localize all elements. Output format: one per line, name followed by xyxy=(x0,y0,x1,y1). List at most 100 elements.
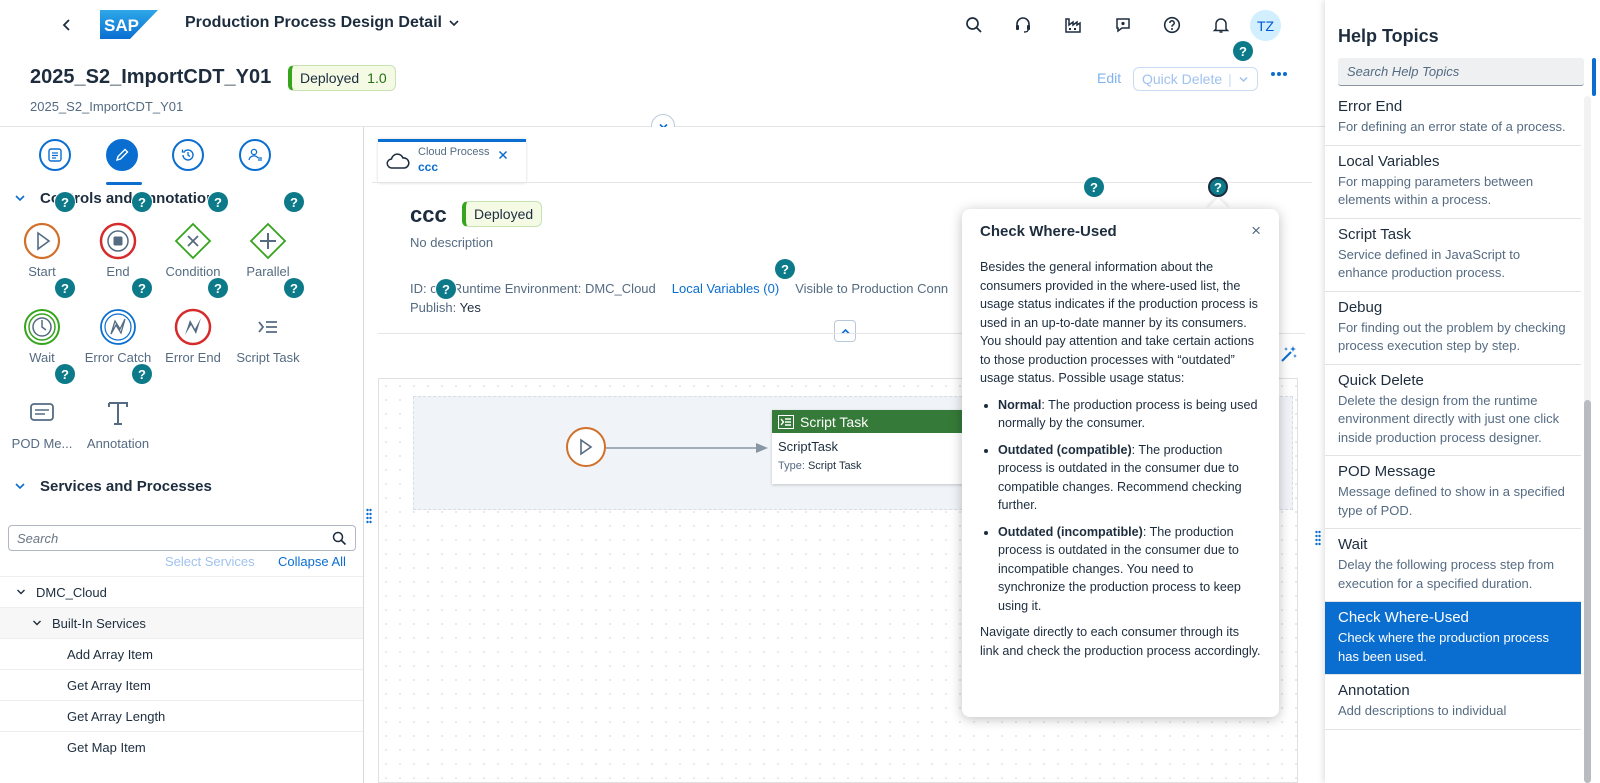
process-info-row: ID: c Runtime Environment: DMC_Cloud Loc… xyxy=(410,281,948,296)
help-bubble-active[interactable]: ? xyxy=(1208,177,1228,197)
control-parallel[interactable]: Parallel xyxy=(228,222,308,279)
help-button[interactable] xyxy=(1160,13,1184,37)
chevron-down-icon xyxy=(15,195,25,202)
collapse-all-link[interactable]: Collapse All xyxy=(278,554,346,569)
help-bubble[interactable]: ? xyxy=(1233,41,1253,61)
services-section-header[interactable]: Services and Processes xyxy=(0,471,363,501)
edit-button[interactable]: Edit xyxy=(1097,70,1121,86)
collapse-process-header-button[interactable] xyxy=(834,320,856,342)
help-topic-script-task[interactable]: Script Task Service defined in JavaScript… xyxy=(1325,219,1581,292)
visibility-info: Visible to Production Conn xyxy=(795,281,949,296)
tab-close-icon[interactable] xyxy=(498,150,508,160)
help-bubble[interactable]: ? xyxy=(775,259,795,279)
tab-users[interactable] xyxy=(239,139,271,171)
feedback-button[interactable] xyxy=(1111,13,1135,37)
help-search-input[interactable]: Search Help Topics xyxy=(1338,58,1584,86)
more-button[interactable] xyxy=(1270,70,1288,78)
topic-title: Wait xyxy=(1338,536,1368,553)
control-end[interactable]: End xyxy=(78,222,158,279)
control-error-catch[interactable]: Error Catch xyxy=(78,308,158,365)
tree-item[interactable]: Get Array Item xyxy=(0,669,363,700)
help-bubble[interactable]: ? xyxy=(132,278,152,298)
control-script-task[interactable]: Script Task xyxy=(228,308,308,365)
help-bubble[interactable]: ? xyxy=(132,364,152,384)
help-topic-pod-message[interactable]: POD Message Message defined to show in a … xyxy=(1325,456,1581,529)
tree-item[interactable]: Get Map Item xyxy=(0,731,363,762)
app-title: Production Process Design Detail xyxy=(185,14,442,31)
sequence-flow[interactable] xyxy=(606,442,770,454)
quick-delete-button[interactable]: Quick Delete | xyxy=(1133,67,1258,91)
local-variables-link[interactable]: Local Variables (0) xyxy=(672,281,779,296)
topic-desc: Add descriptions to individual xyxy=(1338,703,1507,718)
controls-section-header[interactable]: Controls and Annotations xyxy=(0,183,363,213)
script-icon xyxy=(778,414,794,429)
control-wait[interactable]: Wait xyxy=(2,308,82,365)
tab-design[interactable] xyxy=(106,139,138,171)
help-topic-wait[interactable]: Wait Delay the following process step fro… xyxy=(1325,529,1581,602)
sap-logo[interactable]: SAP xyxy=(100,10,158,39)
help-topic-error-end[interactable]: Error End For defining an error state of … xyxy=(1325,96,1581,146)
tab-overview[interactable] xyxy=(39,139,71,171)
control-pod-message[interactable]: POD Me... xyxy=(2,394,82,451)
section-title: Services and Processes xyxy=(40,477,212,495)
help-bubble[interactable]: ? xyxy=(55,192,75,212)
control-error-end[interactable]: Error End xyxy=(153,308,233,365)
close-icon[interactable]: × xyxy=(1251,221,1261,241)
help-topic-debug[interactable]: Debug For finding out the problem by chec… xyxy=(1325,292,1581,365)
status-text: Deployed xyxy=(474,206,534,222)
control-annotation[interactable]: Annotation xyxy=(78,394,158,451)
topic-title: Check Where-Used xyxy=(1338,609,1469,626)
control-condition[interactable]: Condition xyxy=(153,222,233,279)
tree-item[interactable]: Add Array Item xyxy=(0,638,363,669)
usage-status-list: Normal: The production process is being … xyxy=(998,396,1261,616)
help-bubble[interactable]: ? xyxy=(436,279,456,299)
help-panel-title: Help Topics xyxy=(1338,26,1439,46)
help-topic-annotation[interactable]: Annotation Add descriptions to individual xyxy=(1325,675,1581,730)
search-button[interactable] xyxy=(962,13,986,37)
popover-title: Check Where-Used xyxy=(980,223,1117,240)
topic-title: Debug xyxy=(1338,298,1383,316)
task-name: ScriptTask xyxy=(778,439,838,454)
right-splitter-handle[interactable] xyxy=(1315,530,1321,546)
help-bubble[interactable]: ? xyxy=(1084,177,1104,197)
scrollbar-thumb[interactable] xyxy=(1584,400,1591,783)
tree-item-built-in-services[interactable]: Built-In Services xyxy=(0,607,363,638)
plant-button[interactable] xyxy=(1061,13,1085,37)
topic-title: Script Task xyxy=(1338,225,1412,243)
back-button[interactable] xyxy=(56,14,78,36)
status-term: Outdated (incompatible) xyxy=(998,524,1143,539)
auto-layout-button[interactable] xyxy=(1280,345,1298,363)
help-bubble[interactable]: ? xyxy=(55,364,75,384)
control-label: POD Me... xyxy=(11,436,73,451)
tab-history[interactable] xyxy=(172,139,204,171)
control-start[interactable]: Start xyxy=(2,222,82,279)
tree-item[interactable]: Get Array Length xyxy=(0,700,363,731)
notifications-button[interactable] xyxy=(1209,13,1233,37)
more-icon xyxy=(1271,72,1287,76)
app-title-menu[interactable]: Production Process Design Detail xyxy=(185,14,460,32)
history-icon xyxy=(181,149,194,161)
tab-cloud-process[interactable]: Cloud Process ccc xyxy=(378,139,526,183)
avatar[interactable]: TZ xyxy=(1250,10,1281,41)
error-catch-icon xyxy=(99,308,137,346)
help-topic-quick-delete[interactable]: Quick Delete Delete the design from the r… xyxy=(1325,365,1581,456)
topic-title: Quick Delete xyxy=(1338,371,1424,389)
select-services-link[interactable]: Select Services xyxy=(165,554,255,569)
help-bubble[interactable]: ? xyxy=(208,278,228,298)
help-topic-check-where-used[interactable]: Check Where-Used Check where the producti… xyxy=(1325,602,1581,675)
factory-icon xyxy=(1065,18,1081,33)
start-event-node[interactable] xyxy=(566,427,606,467)
help-topic-local-variables[interactable]: Local Variables For mapping parameters be… xyxy=(1325,146,1581,219)
panel-edge-indicator xyxy=(1592,58,1596,96)
services-search-input[interactable]: Search xyxy=(8,525,356,551)
help-bubble[interactable]: ? xyxy=(284,192,304,212)
help-bubble[interactable]: ? xyxy=(132,192,152,212)
help-bubble[interactable]: ? xyxy=(284,278,304,298)
chevron-down-icon xyxy=(449,20,459,27)
help-bubble[interactable]: ? xyxy=(55,278,75,298)
tree-item-dmc-cloud[interactable]: DMC_Cloud xyxy=(0,576,363,607)
help-bubble[interactable]: ? xyxy=(208,192,228,212)
support-button[interactable] xyxy=(1011,13,1035,37)
topic-desc: Check where the production process has b… xyxy=(1338,630,1550,664)
script-task-node[interactable]: Script Task ScriptTask Type: Script Task xyxy=(772,410,972,484)
